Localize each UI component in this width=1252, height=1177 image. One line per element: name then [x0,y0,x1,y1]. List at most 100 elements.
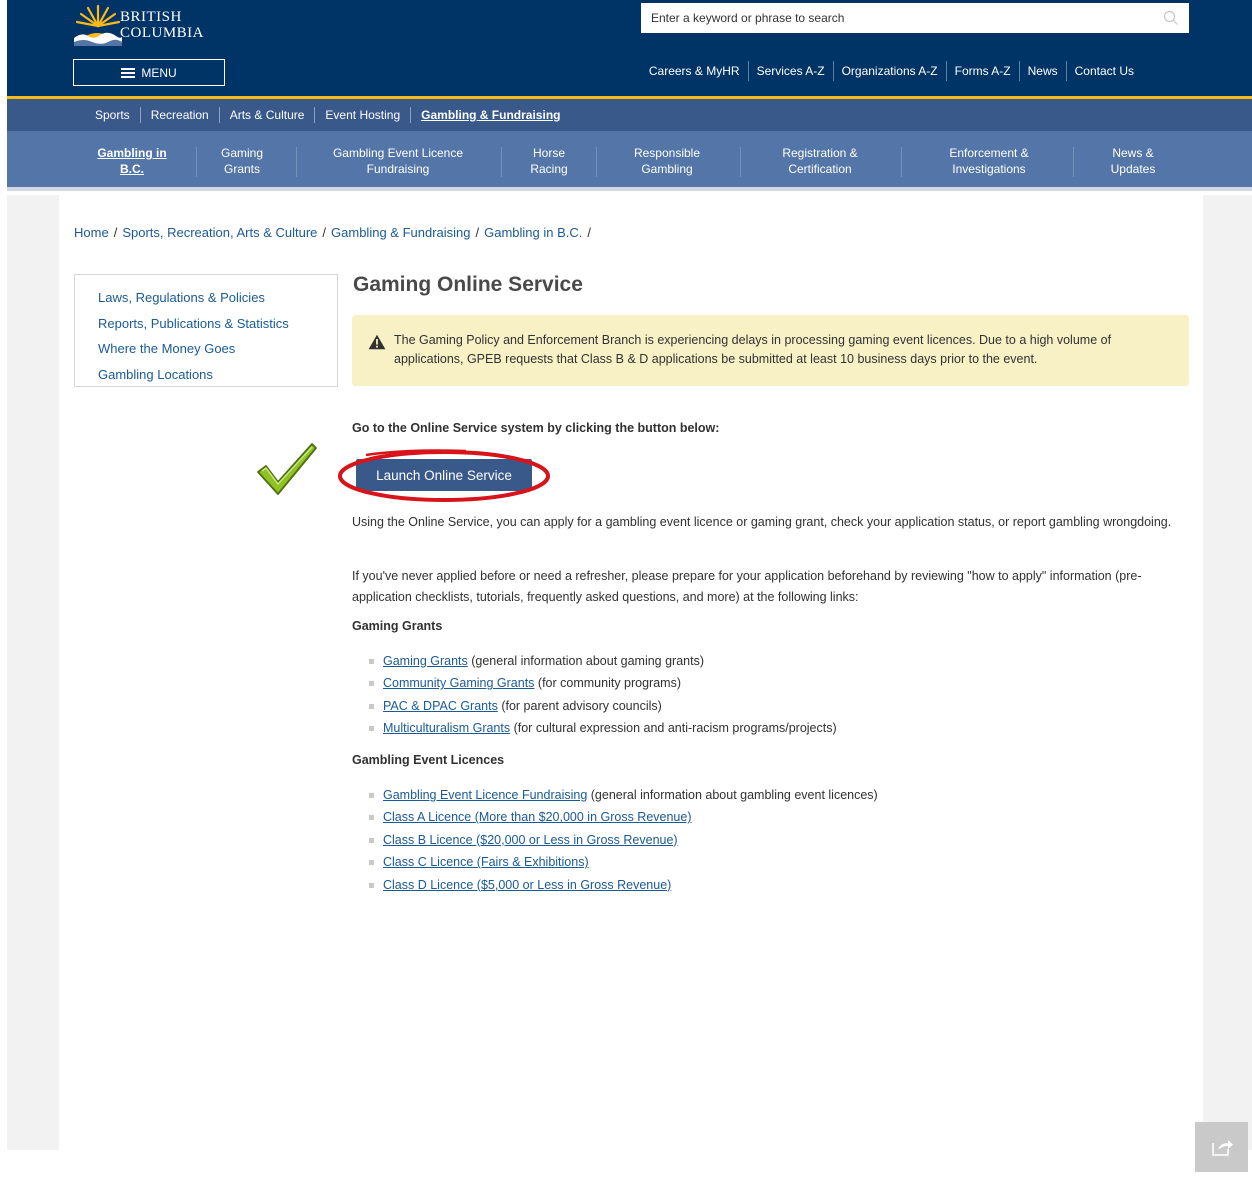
bullet-icon [369,793,374,798]
gambling-event-licences-list: Gambling Event Licence Fundraising (gene… [369,784,878,896]
link-class-c-licence[interactable]: Class C Licence (Fairs & Exhibitions) [383,855,589,869]
subnav-label-line1: Gambling Event Licence [332,146,464,160]
util-link-careers[interactable]: Careers & MyHR [641,61,748,81]
subnav-label-line1: Gaming [220,146,264,160]
util-link-forms[interactable]: Forms A-Z [945,61,1019,81]
subnav-label-line1: Horse [532,146,565,160]
list-item: Multiculturalism Grants (for cultural ex… [369,717,837,739]
bullet-icon [369,726,374,732]
sidenav-locations[interactable]: Gambling Locations [98,362,337,388]
list-item: Class A Licence (More than $20,000 in Gr… [369,806,878,828]
share-icon [1211,1140,1233,1156]
subnav-news-updates[interactable]: News & Updates [1093,145,1173,177]
link-gaming-grants[interactable]: Gaming Grants [383,654,468,668]
util-link-services[interactable]: Services A-Z [747,61,833,81]
breadcrumb-separator: / [587,225,592,240]
how-to-apply-description: If you've never applied before or need a… [352,569,1142,604]
link-community-gaming-grants[interactable]: Community Gaming Grants [383,676,534,690]
right-gutter [1203,195,1252,1150]
link-note: (for community programs) [534,676,681,691]
link-note: (general information about gaming grants… [467,654,705,668]
menu-label: MENU [141,65,177,80]
search-input[interactable] [651,11,1151,25]
launch-online-service-button[interactable]: Launch Online Service [356,459,532,491]
link-note: (for parent advisory councils) [497,698,662,713]
gaming-grants-heading: Gaming Grants [352,619,443,633]
warning-icon [368,334,386,350]
subnav-gambling-in-bc[interactable]: Gambling in B.C. [89,145,175,177]
util-link-news[interactable]: News [1018,61,1066,81]
subnav-horse-racing[interactable]: Horse Racing [512,145,586,177]
bullet-icon [369,882,374,888]
subnav-divider [901,147,902,177]
bullet-icon [369,703,374,709]
subnav-gambling-event-licence[interactable]: Gambling Event Licence Fundraising [312,145,484,177]
breadcrumb-separator: / [113,225,118,240]
util-link-contact[interactable]: Contact Us [1065,61,1142,81]
link-class-a-licence[interactable]: Class A Licence (More than $20,000 in Gr… [383,810,692,824]
left-gutter [7,195,59,1150]
list-item: Gaming Grants (general information about… [369,650,837,672]
bullet-icon [369,681,374,687]
subnav-divider [596,147,597,177]
share-button[interactable] [1195,1122,1248,1172]
subnav-divider [296,147,297,177]
list-item: Community Gaming Grants (for community p… [369,672,837,694]
subnav-divider [1073,147,1074,177]
nav-gambling-fundraising[interactable]: Gambling & Fundraising [410,107,570,123]
list-item: PAC & DPAC Grants (for parent advisory c… [369,695,837,717]
page-title: Gaming Online Service [353,273,583,296]
link-pac-dpac-grants[interactable]: PAC & DPAC Grants [383,699,498,713]
search-icon[interactable] [1163,10,1179,26]
launch-intro-text: Go to the Online Service system by click… [352,421,720,435]
link-class-b-licence[interactable]: Class B Licence ($20,000 or Less in Gros… [383,833,678,847]
list-item: Class C Licence (Fairs & Exhibitions) [369,851,878,873]
subnav-divider [196,147,197,177]
bullet-icon [369,659,374,664]
nav-sports[interactable]: Sports [85,107,140,123]
sidenav-laws[interactable]: Laws, Regulations & Policies [98,285,337,311]
subnav-label-line2: Gambling [641,162,693,176]
util-link-organizations[interactable]: Organizations A-Z [832,61,946,81]
nav-recreation[interactable]: Recreation [139,107,219,123]
subnav-divider [501,147,502,177]
bullet-icon [369,815,374,821]
gaming-grants-list: Gaming Grants (general information about… [369,650,837,740]
menu-button[interactable]: MENU [73,59,225,86]
nav-arts-culture[interactable]: Arts & Culture [218,107,315,123]
nav-event-hosting[interactable]: Event Hosting [314,107,410,123]
subnav-label-line2: Fundraising [366,162,430,176]
logo-text-line2: COLUMBIA [120,25,205,41]
subnav-label-line2: Investigations [952,162,1026,176]
breadcrumb-separator: / [475,225,480,240]
link-multiculturalism-grants[interactable]: Multiculturalism Grants [383,721,510,735]
subnav-label-line1: Enforcement & [949,146,1029,160]
bullet-icon [369,837,374,843]
subnav-responsible-gambling[interactable]: Responsible Gambling [617,145,717,177]
subnav-registration-certification[interactable]: Registration & Certification [760,145,880,177]
alert-text: The Gaming Policy and Enforcement Branch… [394,333,1112,366]
primary-nav: Sports Recreation Arts & Culture Event H… [7,99,1252,131]
list-item: Class B Licence ($20,000 or Less in Gros… [369,829,878,851]
subnav-label-line1: News & [1112,146,1154,160]
sidenav-reports[interactable]: Reports, Publications & Statistics [98,311,337,337]
logo-text-line1: BRITISH [120,9,182,25]
link-gambling-event-licence-fundraising[interactable]: Gambling Event Licence Fundraising [383,788,587,802]
hamburger-icon [121,66,136,80]
subnav-enforcement-investigations[interactable]: Enforcement & Investigations [929,145,1049,177]
subnav-gaming-grants[interactable]: Gaming Grants [202,145,282,177]
online-service-description: Using the Online Service, you can apply … [352,515,1172,529]
subnav-label-line1: Gambling in [97,146,167,160]
subnav-label-line1: Registration & [782,146,858,160]
breadcrumb-home[interactable]: Home [74,225,109,240]
link-class-d-licence[interactable]: Class D Licence ($5,000 or Less in Gross… [383,878,671,892]
breadcrumb-gambling-fundraising[interactable]: Gambling & Fundraising [331,225,470,240]
subnav-label-line1: Responsible [633,146,701,160]
breadcrumb-gambling-in-bc[interactable]: Gambling in B.C. [484,225,582,240]
subnav-divider [740,147,741,177]
subnav-label-line2: Certification [788,162,852,176]
sidenav-money[interactable]: Where the Money Goes [98,336,337,362]
link-note: (for cultural expression and anti-racism… [510,721,837,736]
breadcrumb-sports[interactable]: Sports, Recreation, Arts & Culture [122,225,317,240]
subnav-label-line2: Updates [1110,162,1156,176]
